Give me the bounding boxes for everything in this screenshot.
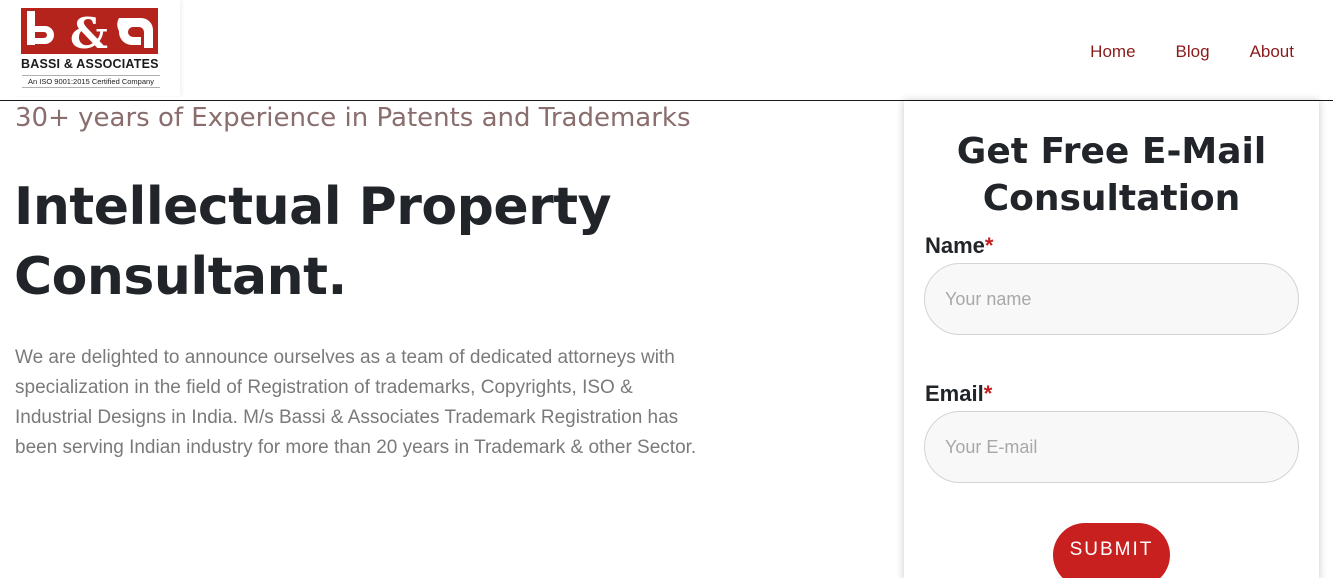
consultation-form-card: Get Free E-Mail Consultation Name* Email… — [904, 101, 1319, 578]
hero-kicker: 30+ years of Experience in Patents and T… — [15, 103, 691, 133]
hero-headline: Intellectual Property Consultant. — [14, 172, 774, 312]
form-title-line1: Get Free E-Mail — [956, 131, 1267, 172]
logo-certification: An ISO 9001:2015 Certified Company — [22, 75, 160, 88]
form-title-line2: Consultation — [982, 178, 1241, 219]
name-label: Name* — [925, 233, 993, 259]
email-label: Email* — [925, 381, 992, 407]
email-label-text: Email — [925, 381, 984, 406]
svg-text:&: & — [70, 9, 108, 54]
submit-button[interactable]: SUBMIT — [1053, 523, 1170, 578]
email-input[interactable] — [924, 411, 1299, 483]
site-header: & BASSI & ASSOCIATES An ISO 9001:2015 Ce… — [0, 0, 1333, 101]
nav-home[interactable]: Home — [1090, 42, 1135, 62]
hero-headline-line2: Consultant. — [14, 247, 347, 307]
nav-about[interactable]: About — [1250, 42, 1294, 62]
hero-headline-line1: Intellectual Property — [14, 177, 612, 237]
name-input[interactable] — [924, 263, 1299, 335]
name-required-mark: * — [984, 233, 994, 258]
name-label-text: Name — [925, 233, 985, 258]
form-title: Get Free E-Mail Consultation — [904, 128, 1319, 222]
logo-brand-name: BASSI & ASSOCIATES — [21, 57, 159, 71]
hero-description: We are delighted to announce ourselves a… — [15, 347, 697, 458]
email-required-mark: * — [983, 381, 993, 406]
logo[interactable]: & BASSI & ASSOCIATES An ISO 9001:2015 Ce… — [14, 0, 180, 96]
main-nav: Home Blog About — [1090, 42, 1294, 62]
logo-mark-icon: & — [21, 8, 158, 54]
nav-blog[interactable]: Blog — [1176, 42, 1210, 62]
